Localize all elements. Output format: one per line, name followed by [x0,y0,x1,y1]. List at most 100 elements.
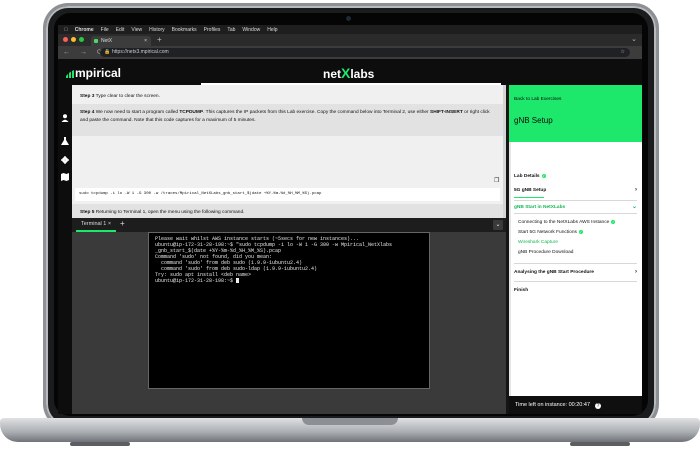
signal-bars-icon [66,70,74,78]
close-tab-icon[interactable]: × [144,36,147,46]
brand-x: X [341,65,351,81]
help-icon[interactable]: ? [595,403,602,409]
check-icon: ✓ [578,230,583,234]
check-icon: ✓ [611,220,616,224]
outline-gnb-procedure-download[interactable]: gNB Procedure Download [518,250,637,255]
lock-icon: 🔒 [104,49,111,55]
outline-5g-gnb-setup[interactable]: 5G gNB Setup › [514,187,637,193]
timer-text: Time left on instance: 00:20:47 [515,402,591,408]
url-field[interactable]: 🔒 https://netx3.mpirical.com ☆ [100,48,630,57]
step-5: Step 5 Returning to Terminal 1, open the… [80,209,498,217]
step4-bold1: TCPDUMP [179,110,204,115]
outline-start-5g-nf[interactable]: Start 5G Network Functions ✓ [518,230,637,235]
step5-text: Returning to Terminal 1, open the menu u… [94,210,245,215]
outline-wireshark-capture[interactable]: Wireshark Capture [518,240,637,245]
step-4: Step 4 We now need to start a program ca… [80,109,498,124]
chevron-right-icon: › [635,187,637,193]
terminal-collapse-button[interactable]: ⌄ [493,220,503,230]
copy-icon[interactable]: ❐ [494,177,499,184]
menu-history[interactable]: History [149,27,165,33]
favicon-icon [94,39,98,43]
instance-timer: Time left on instance: 00:20:47? [509,396,642,414]
screen:  Chrome File Edit View History Bookmark… [58,25,642,414]
terminal-cursor [236,278,240,283]
apple-icon[interactable]:  [64,27,68,33]
outline-gnb-start-label: gNB Start in NetXLabs [514,205,566,210]
outline-gnb-procedure-download-label: gNB Procedure Download [518,250,574,255]
menu-file[interactable]: File [101,27,109,33]
laptop-foot [70,442,130,446]
right-panel: Back to Lab Exercises gNB Setup Lab Deta… [509,85,642,414]
outline-wireshark-capture-label: Wireshark Capture [518,240,558,245]
step4-bold2: SHIFT-INSERT [430,110,463,115]
brand-labs: labs [350,67,375,81]
browser-tab-title: NetX [101,38,113,44]
outline-start-5g-nf-label: Start 5G Network Functions [518,230,577,235]
panel-header: Back to Lab Exercises gNB Setup [509,85,642,142]
tab-search-icon[interactable]: ⌄ [631,35,637,43]
menu-tab[interactable]: Tab [227,27,235,33]
outline-analysing[interactable]: Analysing the gNB Start Procedure › [514,269,637,275]
gear-icon[interactable] [61,156,69,164]
instructions-panel: Step 3 Type clear to clear the screen. S… [72,85,506,218]
section-progress-bar [514,197,544,198]
menu-view[interactable]: View [131,27,142,33]
outline-gnb-start[interactable]: gNB Start in NetXLabs ⌄ [514,204,637,210]
divider [514,281,637,282]
divider [514,200,637,201]
terminal-prompt: ubuntu@ip-172-31-28-198:~$ [155,278,237,284]
menu-bookmarks[interactable]: Bookmarks [172,27,197,33]
bookmark-star-icon[interactable]: ☆ [621,48,625,57]
address-bar-row: ← → ⟳ 🔒 https://netx3.mpirical.com ☆ [58,46,642,59]
browser-tab[interactable]: NetX × [91,36,151,46]
laptop-foot [570,442,630,446]
step3-text: Type clear to clear the screen. [94,94,160,99]
outline-connecting-aws-label: Connecting to the NetXLabs AWS Instance [518,220,610,225]
step4-text1: We now need to start a program called [94,110,180,115]
close-terminal-tab-icon[interactable]: × [108,221,111,227]
panel-title: gNB Setup [514,116,553,125]
back-to-lab-exercises-link[interactable]: Back to Lab Exercises [514,97,561,102]
divider [514,213,637,214]
window-controls [63,37,84,42]
brand-net: net [323,67,341,81]
outline-analysing-label: Analysing the gNB Start Procedure [514,270,594,275]
chevron-right-icon: › [635,269,637,275]
terminal-tab-1[interactable]: Terminal 1 × [76,218,117,232]
divider [514,263,637,264]
outline-lab-details[interactable]: Lab Details ✓ [514,174,637,179]
step4-text2: . This captures the IP packets from this… [203,110,430,115]
terminal-area: Please wait whilst AWS instance starts (… [72,232,506,414]
menu-edit[interactable]: Edit [116,27,125,33]
panel-scroll-indicator [509,142,511,396]
maximize-window-button[interactable] [79,37,84,42]
outline-finish[interactable]: Finish [514,288,637,293]
step3-label: Step 3 [80,94,95,99]
add-terminal-button[interactable]: + [120,218,125,230]
close-window-button[interactable] [63,37,68,42]
command-code-box[interactable]: sudo tcpdump -i lo -W 1 -G 300 -w /trace… [75,188,500,201]
menu-window[interactable]: Window [242,27,260,33]
step5-label: Step 5 [80,210,95,215]
user-icon[interactable] [61,114,69,122]
terminal-output: Please wait whilst AWS instance starts (… [155,236,392,284]
menu-profiles[interactable]: Profiles [204,27,221,33]
step-3: Step 3 Type clear to clear the screen. [80,93,498,101]
browser-tabbar: NetX × + ⌄ [58,34,642,46]
netxlabs-brand: netXlabs [323,65,374,81]
mpirical-logo[interactable]: mpirical [66,66,121,80]
outline-finish-label: Finish [514,288,529,293]
map-icon[interactable] [61,173,69,181]
terminal-tabs: Terminal 1 × + ⌄ [72,218,506,232]
outline-lab-details-label: Lab Details [514,174,540,179]
new-tab-button[interactable]: + [157,35,162,44]
outline-connecting-aws[interactable]: Connecting to the NetXLabs AWS Instance ✓ [518,220,637,225]
terminal-window[interactable]: Please wait whilst AWS instance starts (… [148,232,430,389]
minimize-window-button[interactable] [71,37,76,42]
menu-chrome[interactable]: Chrome [75,27,94,33]
menu-help[interactable]: Help [267,27,277,33]
flask-icon[interactable] [61,137,69,145]
left-rail [58,85,72,414]
laptop-opening-notch [302,418,398,425]
terminal-tab-label: Terminal 1 [81,221,107,227]
